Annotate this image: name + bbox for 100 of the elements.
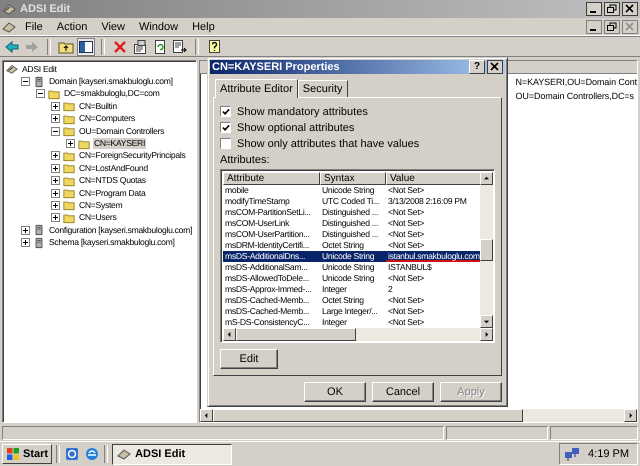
menu-item[interactable]: Window (132, 20, 186, 32)
checkbox-label[interactable]: Show optional attributes (237, 122, 354, 134)
expand-toggle[interactable] (51, 188, 60, 198)
dialog-button[interactable]: Cancel (372, 382, 434, 402)
tree-item[interactable]: Domain [kayseri.smakbuloglu.com] (48, 76, 174, 88)
tree-item[interactable]: CN=Computers (78, 113, 136, 124)
minimize-button[interactable] (586, 2, 602, 16)
taskbar-button[interactable]: ADSI Edit (112, 444, 232, 464)
expand-toggle[interactable] (51, 200, 60, 210)
tree-item[interactable]: OU=Domain Controllers (78, 126, 166, 137)
scroll-thumb[interactable] (480, 239, 493, 261)
list-row[interactable]: msCOM-UserLink Distinguished ... <Not Set> (223, 218, 480, 229)
tree-item[interactable]: CN=Users (78, 212, 118, 224)
close-button[interactable] (487, 60, 503, 74)
tree-item[interactable]: CN=LostAndFound (78, 162, 149, 174)
checkbox[interactable] (220, 138, 231, 149)
column-header[interactable]: Syntax (320, 172, 386, 185)
vertical-scrollbar[interactable] (480, 172, 493, 328)
expand-toggle[interactable] (51, 176, 60, 186)
scroll-right-icon[interactable] (624, 409, 637, 422)
scroll-thumb[interactable] (212, 409, 523, 422)
window-title: ADSI Edit (20, 3, 70, 15)
scroll-left-icon[interactable] (223, 328, 236, 341)
properties-icon[interactable] (132, 38, 148, 54)
edit-button[interactable]: Edit (220, 349, 278, 369)
expand-toggle[interactable] (51, 114, 60, 124)
tree-item[interactable]: CN=ForeignSecurityPrincipals (78, 150, 186, 162)
horizontal-scrollbar[interactable] (200, 409, 637, 422)
horizontal-scrollbar[interactable] (223, 328, 493, 341)
list-label: Attributes: (220, 154, 271, 167)
scroll-down-icon[interactable] (480, 315, 493, 328)
checkbox-label[interactable]: Show only attributes that have values (237, 138, 420, 150)
restore-button[interactable] (604, 2, 620, 16)
collapse-toggle[interactable] (36, 89, 45, 98)
menu-item[interactable]: Help (185, 20, 222, 32)
checkbox-label[interactable]: Show mandatory attributes (237, 106, 368, 118)
list-row[interactable]: msCOM-PartitionSetLi... Distinguished ... <Not Set> (223, 207, 480, 218)
list-row[interactable]: msCOM-UserPartition... Distinguished ... <Not Set> (223, 229, 480, 240)
expand-toggle[interactable] (51, 213, 60, 222)
column-header[interactable]: Attribute (223, 172, 320, 185)
list-cell-text: msDS-AdditionalDns... (224, 251, 306, 262)
list-cell: istanbul.smakbuloglu.com (386, 251, 480, 262)
scroll-right-icon[interactable] (480, 328, 493, 341)
tree-item[interactable]: CN=Program Data (78, 188, 146, 199)
expand-toggle[interactable] (66, 139, 75, 148)
list-row[interactable]: msDS-Cached-Memb... Large Integer/... <Not Set> (223, 306, 480, 317)
network-icon[interactable] (564, 446, 580, 462)
tab[interactable]: Attribute Editor (215, 79, 298, 98)
help-button[interactable]: ? (469, 60, 485, 74)
list-row[interactable]: msDS-Cached-Memb... Octet String <Not Set> (223, 295, 480, 306)
browser-icon[interactable] (84, 446, 100, 462)
list-row[interactable]: msDS-AdditionalSam... Unicode String ISTANBUL$ (223, 262, 480, 273)
list-row[interactable]: modifyTimeStamp UTC Coded Ti... 3/13/2008 2:16:09 PM (223, 196, 480, 207)
checkbox[interactable] (220, 106, 231, 117)
tree-item[interactable]: CN=Builtin (78, 100, 118, 112)
list-row[interactable]: mS-DS-ConsistencyC... Integer <Not Set> (223, 317, 480, 328)
expand-toggle[interactable] (21, 226, 30, 235)
list-row[interactable]: msDS-Approx-Immed-... Integer 2 (223, 284, 480, 295)
start-button[interactable]: Start (2, 444, 52, 464)
scroll-thumb[interactable] (236, 328, 356, 341)
refresh-icon[interactable] (152, 38, 168, 54)
folder-icon (63, 162, 75, 174)
tree-item[interactable]: CN=NTDS Quotas (78, 175, 147, 186)
back-arrow-icon[interactable] (4, 38, 20, 54)
help-icon[interactable] (206, 38, 222, 54)
list-row[interactable]: msDRM-IdentityCertifi... Octet String <Not Set> (223, 240, 480, 251)
tree-pane-icon[interactable] (78, 38, 94, 54)
tree-item[interactable]: DC=smakbuloglu,DC=com (63, 88, 160, 100)
tree-item[interactable]: CN=System (78, 200, 124, 211)
restore-button[interactable] (604, 20, 620, 34)
expand-toggle[interactable] (51, 102, 60, 111)
tree-item[interactable]: CN=KAYSERI (93, 138, 146, 150)
close-button[interactable] (622, 2, 638, 16)
expand-toggle[interactable] (51, 151, 60, 160)
list-cell-text: <Not Set> (387, 218, 425, 229)
tab[interactable]: Security (298, 80, 348, 97)
collapse-toggle[interactable] (51, 126, 60, 136)
collapse-toggle[interactable] (21, 77, 30, 86)
menu-item[interactable]: File (18, 20, 50, 32)
minimize-button[interactable] (586, 20, 602, 34)
server-manager-icon[interactable] (64, 446, 80, 462)
list-row[interactable]: mobile Unicode String <Not Set> (223, 185, 480, 196)
list-cell-text: <Not Set> (387, 317, 425, 328)
list-row[interactable]: msDS-AdditionalDns... Unicode String istanbul.smakbuloglu.com (223, 251, 480, 262)
menu-item[interactable]: Action (50, 20, 94, 32)
column-header[interactable]: Value (386, 172, 480, 185)
checkbox[interactable] (220, 122, 231, 133)
export-list-icon[interactable] (172, 38, 188, 54)
tree-item[interactable]: Configuration [kayseri.smakbuloglu.com] (48, 224, 194, 236)
tree-item[interactable]: Schema [kayseri.smakbuloglu.com] (48, 237, 176, 248)
scroll-up-icon[interactable] (480, 172, 493, 185)
expand-toggle[interactable] (21, 238, 30, 248)
list-cell-text: Distinguished ... (321, 229, 380, 240)
scroll-left-icon[interactable] (200, 409, 213, 422)
expand-toggle[interactable] (51, 164, 60, 173)
list-row[interactable]: msDS-AllowedToDele... Unicode String <Not Set> (223, 273, 480, 284)
list-cell-text: msDS-Cached-Memb... (224, 295, 310, 306)
menu-item[interactable]: View (94, 20, 132, 32)
tree-item[interactable]: ADSI Edit (21, 64, 58, 75)
dialog-button[interactable]: OK (304, 382, 366, 402)
